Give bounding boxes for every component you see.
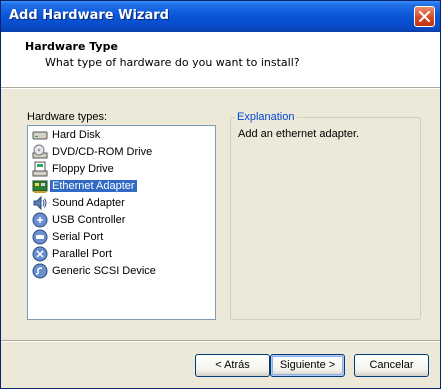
serial-port-icon: [32, 229, 48, 244]
list-item-hard-disk[interactable]: Hard Disk: [28, 126, 215, 143]
list-item-label: DVD/CD-ROM Drive: [52, 145, 153, 158]
list-item-ethernet-adapter[interactable]: Ethernet Adapter: [28, 177, 215, 194]
list-item-floppy-drive[interactable]: Floppy Drive: [28, 160, 215, 177]
list-item-label: Floppy Drive: [52, 162, 114, 175]
cancel-button[interactable]: Cancelar: [354, 354, 429, 377]
usb-icon: [32, 212, 48, 227]
explanation-text: Add an ethernet adapter.: [238, 128, 360, 140]
list-item-label: Ethernet Adapter: [50, 179, 137, 192]
list-item-usb-controller[interactable]: USB Controller: [28, 211, 215, 228]
window-title: Add Hardware Wizard: [9, 8, 169, 23]
parallel-port-icon: [32, 246, 48, 261]
list-item-label: Parallel Port: [52, 247, 112, 260]
scsi-icon: [32, 263, 48, 278]
wizard-window: Add Hardware Wizard Hardware Type What t…: [0, 0, 441, 389]
hard-disk-icon: [32, 131, 48, 139]
back-button[interactable]: < Atrás: [195, 354, 270, 377]
list-item-dvd-drive[interactable]: DVD/CD-ROM Drive: [28, 143, 215, 160]
list-item-label: Sound Adapter: [52, 196, 125, 209]
floppy-drive-icon: [32, 161, 48, 176]
header-title: Hardware Type: [25, 40, 118, 53]
hardware-types-label: Hardware types:: [27, 111, 108, 123]
title-bar[interactable]: Add Hardware Wizard: [1, 1, 440, 32]
footer-divider-highlight: [1, 341, 440, 342]
explanation-title: Explanation: [235, 111, 297, 123]
close-icon: [419, 11, 430, 22]
list-item-serial-port[interactable]: Serial Port: [28, 228, 215, 245]
header-divider: [1, 88, 440, 89]
header-subtitle: What type of hardware do you want to ins…: [45, 56, 300, 69]
list-item-parallel-port[interactable]: Parallel Port: [28, 245, 215, 262]
list-item-label: USB Controller: [52, 213, 126, 226]
hardware-types-list[interactable]: Hard Disk DVD/CD-ROM Drive Floppy Drive: [27, 125, 216, 320]
list-item-generic-scsi[interactable]: Generic SCSI Device: [28, 262, 215, 279]
explanation-group: [230, 117, 421, 320]
next-button[interactable]: Siguiente >: [270, 354, 345, 377]
close-button[interactable]: [414, 6, 435, 27]
network-adapter-icon: [32, 180, 48, 193]
list-item-label: Generic SCSI Device: [52, 264, 156, 277]
list-item-label: Hard Disk: [52, 128, 101, 141]
list-item-label: Serial Port: [52, 230, 104, 243]
wizard-header: Hardware Type What type of hardware do y…: [1, 32, 440, 88]
list-item-sound-adapter[interactable]: Sound Adapter: [28, 194, 215, 211]
dvd-drive-icon: [32, 144, 48, 158]
speaker-icon: [33, 195, 47, 210]
